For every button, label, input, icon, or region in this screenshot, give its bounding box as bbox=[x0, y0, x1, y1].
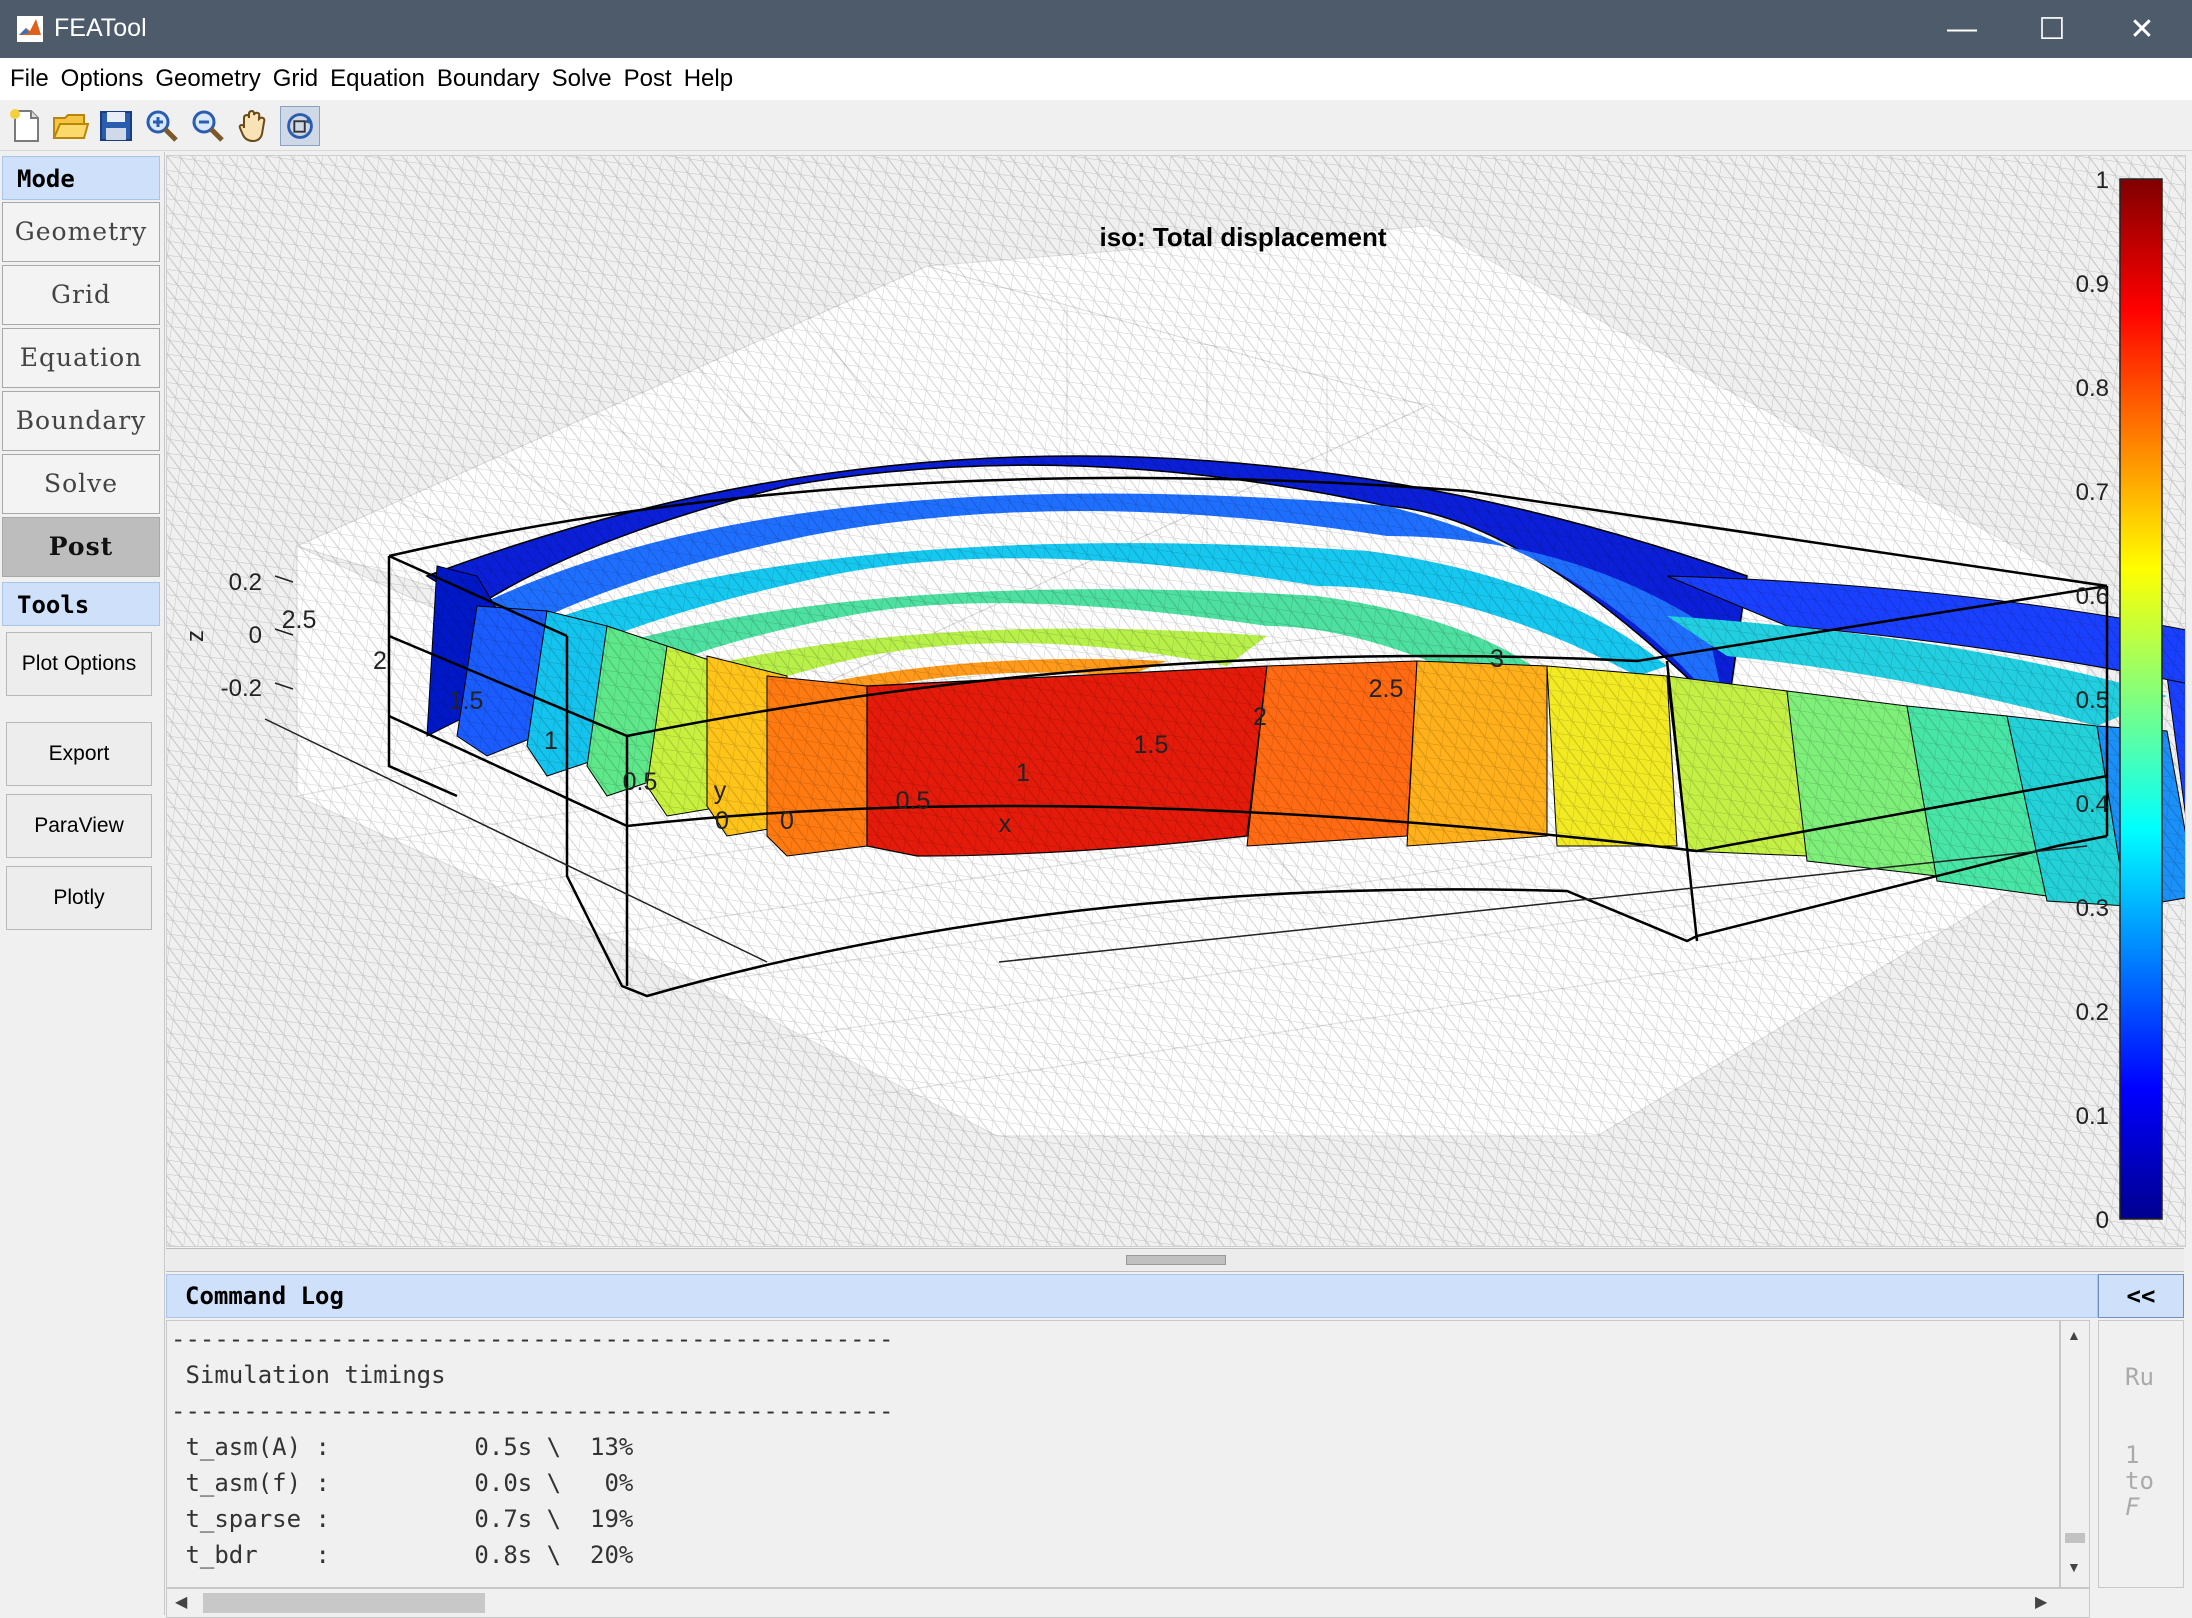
colorbar-tick-label: 0.3 bbox=[2076, 895, 2109, 922]
plot-panel[interactable]: iso: Total displacement 0.2 0 -0.2 z 0 0… bbox=[166, 155, 2192, 1247]
colorbar-tick-label: 0.5 bbox=[2076, 687, 2109, 714]
x-tick-label: 2 bbox=[1253, 703, 1267, 731]
side-text: to bbox=[2125, 1467, 2154, 1495]
log-vertical-scrollbar[interactable]: ▲ ▼ bbox=[2060, 1320, 2090, 1588]
menu-bar: File Options Geometry Grid Equation Boundary S… bbox=[0, 58, 2192, 101]
scroll-thumb[interactable] bbox=[2065, 1533, 2085, 1543]
log-line: ----------------------------------------… bbox=[171, 1325, 894, 1353]
left-panel: Mode Geometry Grid Equation Boundary Sol… bbox=[0, 152, 165, 1615]
menu-post[interactable]: Post bbox=[618, 58, 678, 100]
y-tick-label: 0.5 bbox=[623, 768, 658, 796]
menu-help[interactable]: Help bbox=[678, 58, 739, 100]
toolbar bbox=[0, 100, 2192, 151]
window-title: FEATool bbox=[54, 14, 147, 42]
open-folder-icon[interactable] bbox=[50, 106, 90, 146]
log-horizontal-scrollbar[interactable]: ◀ ▶ bbox=[166, 1588, 2090, 1618]
y-tick-label: 2.5 bbox=[282, 606, 317, 634]
plot-axes[interactable]: iso: Total displacement 0.2 0 -0.2 z 0 0… bbox=[167, 156, 2192, 1246]
x-tick-label: 0.5 bbox=[896, 787, 931, 815]
colorbar-tick-label: 0.1 bbox=[2076, 1103, 2109, 1130]
maximize-icon: ☐ bbox=[2038, 12, 2066, 46]
menu-geometry[interactable]: Geometry bbox=[149, 58, 266, 100]
zoom-out-icon[interactable] bbox=[188, 106, 228, 146]
x-tick-label: 0 bbox=[780, 807, 794, 835]
menu-options[interactable]: Options bbox=[55, 58, 150, 100]
mode-boundary-button[interactable]: Boundary bbox=[2, 391, 160, 451]
plot-options-button[interactable]: Plot Options bbox=[6, 632, 152, 696]
minimize-icon: — bbox=[1947, 12, 1977, 45]
y-tick-label: 0 bbox=[715, 807, 729, 835]
close-icon: ✕ bbox=[2129, 12, 2155, 46]
colorbar-tick-label: 0.7 bbox=[2076, 479, 2109, 506]
log-line: t_bdr : 0.8s \ 20% bbox=[171, 1541, 634, 1569]
menu-solve[interactable]: Solve bbox=[546, 58, 618, 100]
scroll-down-icon[interactable]: ▼ bbox=[2067, 1559, 2081, 1575]
matlab-logo-icon bbox=[17, 16, 43, 42]
x-tick-label: 2.5 bbox=[1369, 675, 1404, 703]
save-icon[interactable] bbox=[96, 106, 136, 146]
log-line: ----------------------------------------… bbox=[171, 1397, 894, 1425]
log-line: t_asm(f) : 0.0s \ 0% bbox=[171, 1469, 634, 1497]
menu-equation[interactable]: Equation bbox=[324, 58, 431, 100]
menu-grid[interactable]: Grid bbox=[267, 58, 324, 100]
x-tick-label: 1 bbox=[1016, 759, 1030, 787]
z-tick-label: 0 bbox=[249, 622, 262, 649]
command-log-text[interactable]: ----------------------------------------… bbox=[166, 1320, 2060, 1588]
scroll-left-icon[interactable]: ◀ bbox=[175, 1592, 187, 1612]
new-file-icon[interactable] bbox=[6, 106, 46, 146]
plot-title: iso: Total displacement bbox=[1099, 222, 1386, 252]
pan-hand-icon[interactable] bbox=[234, 106, 274, 146]
mode-grid-button[interactable]: Grid bbox=[2, 265, 160, 325]
log-collapse-button[interactable]: << bbox=[2098, 1274, 2184, 1318]
title-bar: FEATool — ☐ ✕ bbox=[0, 0, 2192, 58]
x-axis-label: x bbox=[999, 810, 1012, 838]
y-tick-label: 2 bbox=[373, 647, 387, 675]
zoom-in-icon[interactable] bbox=[142, 106, 182, 146]
horizontal-scroll-thumb[interactable] bbox=[203, 1593, 485, 1613]
splitter-handle[interactable] bbox=[1126, 1255, 1226, 1265]
colorbar-tick-label: 0.8 bbox=[2076, 375, 2109, 402]
z-tick-label: 0.2 bbox=[229, 569, 262, 596]
log-line: t_asm(A) : 0.5s \ 13% bbox=[171, 1433, 634, 1461]
mode-header: Mode bbox=[2, 156, 160, 200]
plotly-button[interactable]: Plotly bbox=[6, 866, 152, 930]
log-line: Simulation timings bbox=[171, 1361, 446, 1389]
y-tick-label: 1 bbox=[544, 727, 558, 755]
side-text: 1 bbox=[2125, 1441, 2140, 1469]
colorbar-tick-label: 0.2 bbox=[2076, 999, 2109, 1026]
scroll-up-icon[interactable]: ▲ bbox=[2067, 1327, 2081, 1343]
y-axis-label: y bbox=[714, 777, 727, 805]
x-tick-label: 3 bbox=[1490, 645, 1504, 673]
colorbar-tick-label: 0.9 bbox=[2076, 271, 2109, 298]
rotate-3d-icon[interactable] bbox=[280, 106, 320, 146]
mode-geometry-button[interactable]: Geometry bbox=[2, 202, 160, 262]
scroll-right-icon[interactable]: ▶ bbox=[2035, 1592, 2047, 1612]
minimize-button[interactable]: — bbox=[1916, 0, 2008, 58]
tools-header: Tools bbox=[2, 582, 160, 626]
z-tick-label: -0.2 bbox=[221, 675, 262, 702]
colorbar-tick-label: 0.6 bbox=[2076, 583, 2109, 610]
export-button[interactable]: Export bbox=[6, 722, 152, 786]
command-log-header: Command Log bbox=[166, 1274, 2098, 1318]
side-text: F bbox=[2125, 1493, 2140, 1521]
colorbar-tick-label: 0.4 bbox=[2076, 791, 2109, 818]
command-log-panel: Command Log << -------------------------… bbox=[166, 1272, 2184, 1618]
mode-solve-button[interactable]: Solve bbox=[2, 454, 160, 514]
paraview-button[interactable]: ParaView bbox=[6, 794, 152, 858]
z-axis-label: z bbox=[182, 630, 209, 642]
panel-splitter[interactable] bbox=[166, 1248, 2184, 1272]
y-tick-label: 1.5 bbox=[449, 687, 484, 715]
log-side-panel: Ru 1 to F bbox=[2098, 1320, 2184, 1588]
close-button[interactable]: ✕ bbox=[2096, 0, 2188, 58]
colorbar-tick-label: 1 bbox=[2096, 167, 2109, 194]
colorbar-tick-label: 0 bbox=[2096, 1207, 2109, 1234]
mode-post-button[interactable]: Post bbox=[2, 517, 160, 577]
maximize-button[interactable]: ☐ bbox=[2006, 0, 2098, 58]
x-tick-label: 1.5 bbox=[1134, 731, 1169, 759]
mode-equation-button[interactable]: Equation bbox=[2, 328, 160, 388]
side-text: Ru bbox=[2125, 1363, 2154, 1391]
menu-boundary[interactable]: Boundary bbox=[431, 58, 546, 100]
log-line: t_sparse : 0.7s \ 19% bbox=[171, 1505, 634, 1533]
menu-file[interactable]: File bbox=[4, 58, 55, 100]
